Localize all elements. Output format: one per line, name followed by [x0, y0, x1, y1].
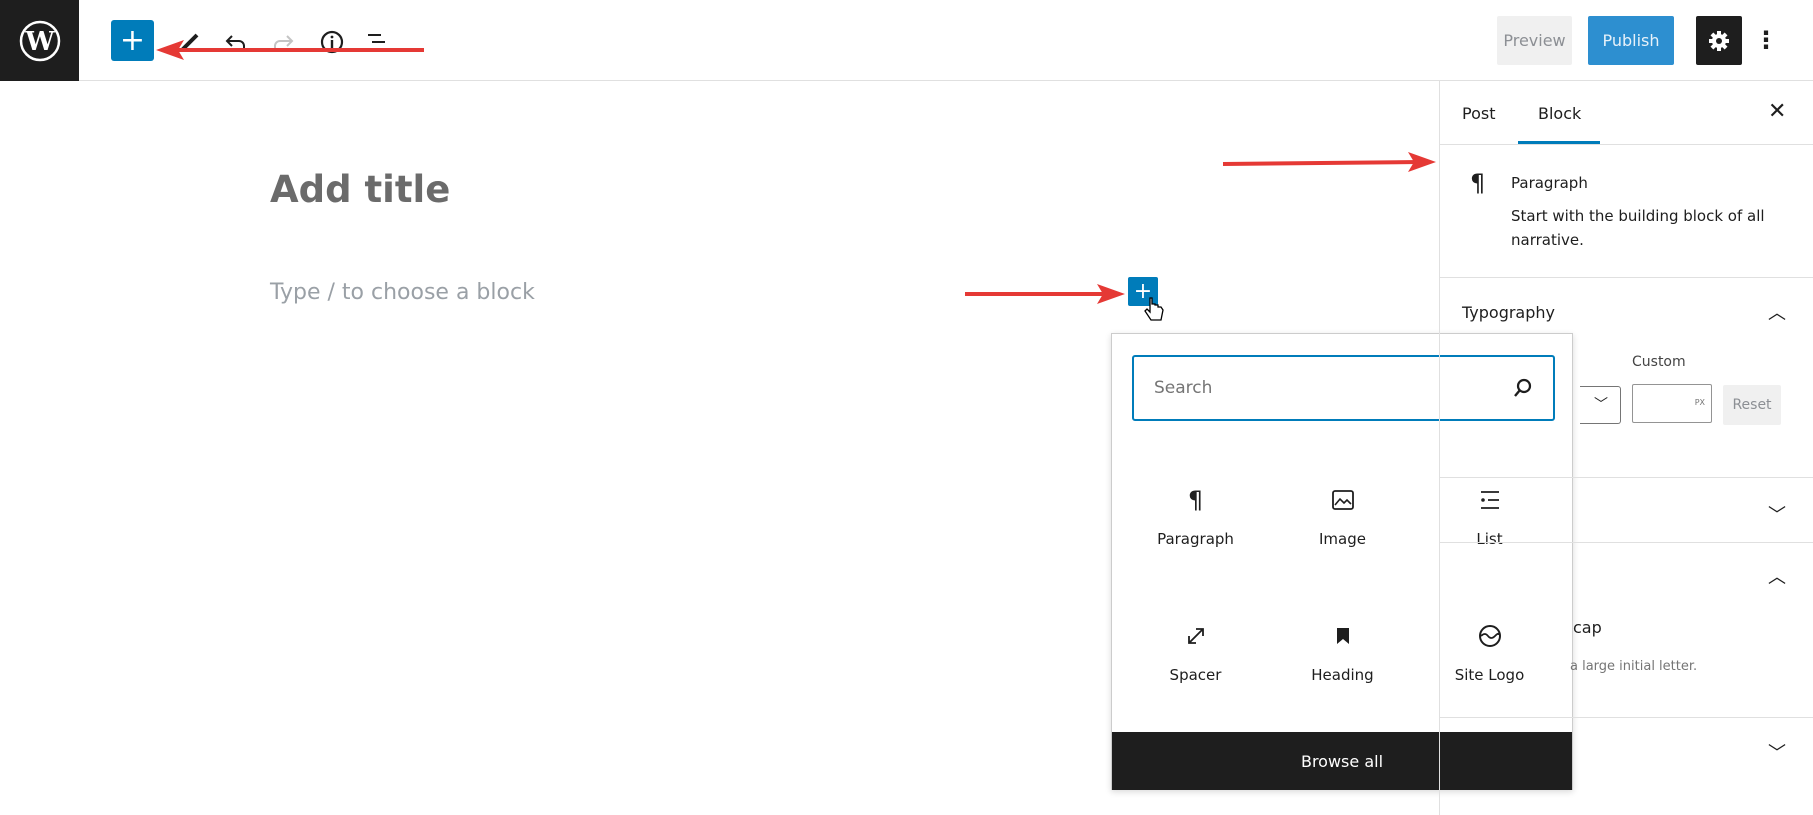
options-button[interactable]: ⋮	[1754, 20, 1778, 60]
list-view-button[interactable]	[360, 24, 396, 60]
chevron-down-icon: ﹀	[1594, 397, 1608, 413]
block-item-paragraph[interactable]: ¶ Paragraph	[1122, 480, 1269, 590]
spacer-icon	[1184, 616, 1208, 656]
gear-icon	[1709, 30, 1729, 51]
publish-button[interactable]: Publish	[1588, 16, 1674, 65]
plus-icon: +	[119, 23, 146, 58]
custom-size-input[interactable]: PX	[1632, 384, 1712, 423]
drop-cap-help: a large initial letter.	[1570, 659, 1698, 674]
redo-button[interactable]	[265, 24, 301, 60]
font-size-select[interactable]: ﹀	[1580, 386, 1621, 424]
red-arrow-icon	[1222, 152, 1436, 172]
block-label: Heading	[1311, 666, 1374, 684]
typography-panel-toggle[interactable]: Typography	[1462, 303, 1555, 322]
drop-cap-label: cap	[1573, 618, 1602, 637]
undo-icon	[225, 35, 245, 48]
block-description-2: narrative.	[1511, 231, 1584, 249]
redo-icon	[274, 35, 294, 48]
divider	[1440, 477, 1813, 478]
tab-block[interactable]: Block	[1538, 81, 1581, 145]
custom-size-label: Custom	[1632, 354, 1686, 370]
block-description: Start with the building block of all	[1511, 207, 1765, 225]
block-label: Image	[1319, 530, 1366, 548]
red-arrow-icon	[965, 284, 1125, 304]
block-item-image[interactable]: Image	[1269, 480, 1416, 590]
chevron-down-icon[interactable]: ﹀	[1768, 739, 1786, 765]
image-icon	[1331, 480, 1355, 520]
preview-button[interactable]: Preview	[1497, 16, 1572, 65]
chevron-up-icon[interactable]: ︿	[1768, 563, 1786, 589]
info-icon	[320, 30, 344, 54]
undo-button[interactable]	[218, 24, 254, 60]
wordpress-icon: W	[19, 20, 60, 61]
heading-icon	[1331, 616, 1355, 656]
settings-button[interactable]	[1696, 16, 1742, 65]
block-label: Paragraph	[1157, 530, 1234, 548]
block-name: Paragraph	[1511, 174, 1588, 192]
wordpress-logo[interactable]: W	[0, 0, 79, 81]
add-block-button[interactable]: +	[111, 20, 154, 61]
divider	[1440, 144, 1813, 145]
divider	[1440, 542, 1813, 543]
divider	[1440, 717, 1813, 718]
hand-cursor-icon	[1144, 297, 1164, 321]
reset-button[interactable]: Reset	[1723, 385, 1781, 425]
svg-text:W: W	[24, 27, 55, 57]
details-button[interactable]	[314, 24, 350, 60]
tools-button[interactable]	[172, 24, 208, 60]
block-item-heading[interactable]: Heading	[1269, 616, 1416, 726]
post-title-input[interactable]: Add title	[270, 168, 450, 211]
unit-label: PX	[1694, 398, 1705, 407]
paragraph-icon: ¶	[1470, 169, 1486, 197]
settings-sidebar: Post Block ✕ ¶ Paragraph Start with the …	[1439, 81, 1813, 815]
divider	[1440, 277, 1813, 278]
paragraph-icon: ¶	[1187, 486, 1204, 514]
close-icon: ✕	[1768, 99, 1787, 124]
chevron-down-icon[interactable]: ﹀	[1768, 501, 1786, 527]
chevron-up-icon[interactable]: ︿	[1768, 299, 1786, 325]
list-view-icon	[368, 34, 389, 50]
tab-post[interactable]: Post	[1462, 81, 1495, 145]
kebab-icon: ⋮	[1754, 26, 1778, 54]
pencil-icon	[180, 33, 199, 52]
block-placeholder[interactable]: Type / to choose a block	[270, 280, 535, 305]
close-sidebar-button[interactable]: ✕	[1768, 99, 1786, 124]
block-label: Spacer	[1169, 666, 1222, 684]
top-toolbar: W + Preview Publish ⋮	[0, 0, 1813, 81]
block-item-spacer[interactable]: Spacer	[1122, 616, 1269, 726]
